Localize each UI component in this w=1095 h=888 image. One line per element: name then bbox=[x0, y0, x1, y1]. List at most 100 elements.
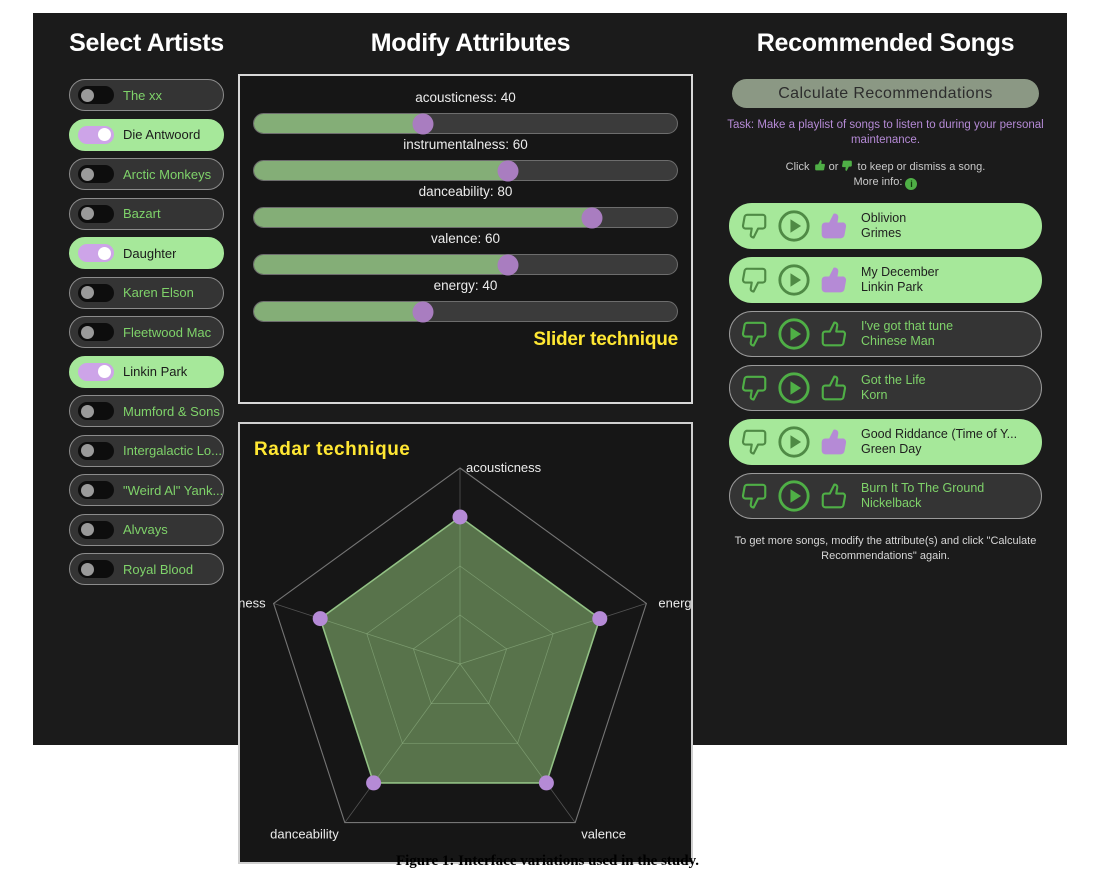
song-artist: Korn bbox=[861, 388, 888, 403]
artist-toggle-switch[interactable] bbox=[78, 204, 114, 223]
play-icon[interactable] bbox=[777, 371, 811, 405]
artist-toggle-row[interactable]: "Weird Al" Yank... bbox=[69, 474, 224, 506]
thumbs-down-icon[interactable] bbox=[740, 265, 770, 295]
radar-handle-danceability[interactable] bbox=[366, 775, 382, 791]
song-meta: Burn It To The Ground Nickelback bbox=[861, 481, 984, 512]
artist-toggle-switch[interactable] bbox=[78, 441, 114, 460]
song-meta: I've got that tune Chinese Man bbox=[861, 319, 953, 350]
song-row[interactable]: My December Linkin Park bbox=[729, 257, 1042, 304]
artist-toggle-row[interactable]: Intergalactic Lo... bbox=[69, 434, 224, 467]
play-icon[interactable] bbox=[777, 425, 811, 459]
artist-name-label: Intergalactic Lo... bbox=[123, 443, 222, 458]
info-icon[interactable]: i bbox=[905, 178, 918, 191]
artist-toggle-row[interactable]: Fleetwood Mac bbox=[69, 316, 224, 348]
artist-name-label: Die Antwoord bbox=[123, 127, 201, 142]
artist-toggle-row[interactable]: The xx bbox=[69, 79, 224, 111]
artist-toggle-switch[interactable] bbox=[78, 560, 114, 578]
thumbs-down-icon[interactable] bbox=[740, 373, 770, 403]
slider-track[interactable] bbox=[253, 254, 678, 275]
song-title: My December bbox=[861, 264, 939, 279]
artist-toggle-row[interactable]: Die Antwoord bbox=[69, 118, 224, 151]
radar-axis-label-valence: valence bbox=[581, 827, 626, 842]
thumbs-up-icon[interactable] bbox=[818, 481, 848, 511]
thumbs-up-icon[interactable] bbox=[818, 211, 848, 241]
artist-toggle-switch[interactable] bbox=[78, 520, 114, 539]
figure-caption: Figure 1: Interface variations used in t… bbox=[395, 853, 700, 869]
artist-name-label: Arctic Monkeys bbox=[123, 166, 212, 182]
click-help-text: Click or to keep or dismiss a song. More… bbox=[713, 159, 1058, 191]
toggle-knob bbox=[81, 167, 94, 181]
slider-thumb[interactable] bbox=[412, 113, 434, 134]
song-list: Oblivion Grimes My December Linkin Park I've… bbox=[713, 203, 1058, 520]
artist-toggle-row[interactable]: Bazart bbox=[69, 197, 224, 230]
slider-thumb[interactable] bbox=[412, 301, 434, 322]
radar-handle-valence[interactable] bbox=[538, 775, 554, 791]
artist-toggle-row[interactable]: Linkin Park bbox=[69, 355, 224, 388]
artist-toggle-switch[interactable] bbox=[78, 86, 114, 104]
radar-chart[interactable]: acousticness energy valence danceability ins… bbox=[240, 424, 691, 862]
song-row[interactable]: Burn It To The Ground Nickelback bbox=[729, 473, 1042, 520]
artist-toggle-row[interactable]: Daughter bbox=[69, 237, 224, 269]
slider-thumb[interactable] bbox=[581, 207, 603, 228]
thumbs-down-icon[interactable] bbox=[740, 211, 770, 241]
slider-track[interactable] bbox=[253, 113, 678, 134]
song-row[interactable]: I've got that tune Chinese Man bbox=[729, 311, 1042, 358]
play-icon[interactable] bbox=[777, 209, 811, 243]
artist-toggle-switch[interactable] bbox=[78, 481, 114, 499]
slider-thumb[interactable] bbox=[497, 254, 519, 275]
artist-name-label: Daughter bbox=[123, 245, 177, 261]
recommended-songs-panel: Recommended Songs Calculate Recommendati… bbox=[713, 29, 1058, 564]
thumbs-down-icon[interactable] bbox=[740, 427, 770, 457]
slider-block: valence: 60 bbox=[253, 231, 678, 275]
slider-label: danceability: 80 bbox=[418, 184, 513, 199]
modify-attributes-panel: Modify Attributes acousticness: 40 instru… bbox=[238, 29, 703, 864]
radar-handle-acousticness[interactable] bbox=[452, 509, 468, 525]
artist-toggle-switch[interactable] bbox=[78, 283, 114, 302]
slider-track[interactable] bbox=[253, 160, 678, 181]
play-icon[interactable] bbox=[777, 263, 811, 297]
slider-stack: acousticness: 40 instrumentalness: 60 danc… bbox=[253, 90, 678, 322]
artist-toggle-row[interactable]: Karen Elson bbox=[69, 276, 224, 309]
artist-name-label: Royal Blood bbox=[123, 561, 194, 577]
thumbs-up-icon[interactable] bbox=[818, 373, 848, 403]
radar-axis-label-instrumentalness: instrumentalness bbox=[240, 595, 266, 610]
thumbs-down-icon[interactable] bbox=[740, 481, 770, 511]
thumbs-up-icon[interactable] bbox=[818, 427, 848, 457]
thumbs-up-icon[interactable] bbox=[818, 319, 848, 349]
song-title: Good Riddance (Time of Y... bbox=[861, 426, 1018, 441]
toggle-knob bbox=[81, 325, 94, 339]
toggle-knob bbox=[98, 128, 111, 141]
song-artist: Chinese Man bbox=[861, 334, 935, 349]
radar-handle-energy[interactable] bbox=[592, 611, 608, 627]
thumbs-down-icon[interactable] bbox=[740, 319, 770, 349]
artist-toggle-switch[interactable] bbox=[78, 402, 114, 420]
artist-name-label: Mumford & Sons bbox=[123, 403, 220, 419]
artist-toggle-switch[interactable] bbox=[78, 244, 114, 262]
slider-thumb[interactable] bbox=[497, 160, 519, 181]
artist-toggle-row[interactable]: Mumford & Sons bbox=[69, 395, 224, 427]
artist-toggle-row[interactable]: Alvvays bbox=[69, 513, 224, 546]
song-title: Oblivion bbox=[861, 210, 907, 225]
thumbs-up-icon[interactable] bbox=[818, 265, 848, 295]
song-row[interactable]: Got the Life Korn bbox=[729, 365, 1042, 412]
artist-toggle-switch[interactable] bbox=[78, 125, 114, 144]
artist-toggle-row[interactable]: Royal Blood bbox=[69, 553, 224, 585]
song-meta: My December Linkin Park bbox=[861, 265, 939, 296]
task-description: Task: Make a playlist of songs to listen… bbox=[727, 119, 1044, 147]
artist-toggle-row[interactable]: Arctic Monkeys bbox=[69, 158, 224, 190]
artist-toggle-switch[interactable] bbox=[78, 165, 114, 183]
slider-track[interactable] bbox=[253, 301, 678, 322]
artist-toggle-switch[interactable] bbox=[78, 323, 114, 341]
toggle-knob bbox=[81, 483, 94, 497]
artist-toggle-switch[interactable] bbox=[78, 362, 114, 381]
play-icon[interactable] bbox=[777, 479, 811, 513]
click-help-prefix: Click bbox=[785, 161, 810, 174]
click-help-suffix: to keep or dismiss a song. bbox=[857, 161, 986, 174]
radar-handle-instrumentalness[interactable] bbox=[312, 611, 328, 627]
slider-track[interactable] bbox=[253, 207, 678, 228]
calculate-recommendations-button[interactable]: Calculate Recommendations bbox=[732, 79, 1039, 108]
song-row[interactable]: Good Riddance (Time of Y... Green Day bbox=[729, 419, 1042, 466]
song-row[interactable]: Oblivion Grimes bbox=[729, 203, 1042, 250]
play-icon[interactable] bbox=[777, 317, 811, 351]
slider-fill bbox=[254, 161, 508, 180]
